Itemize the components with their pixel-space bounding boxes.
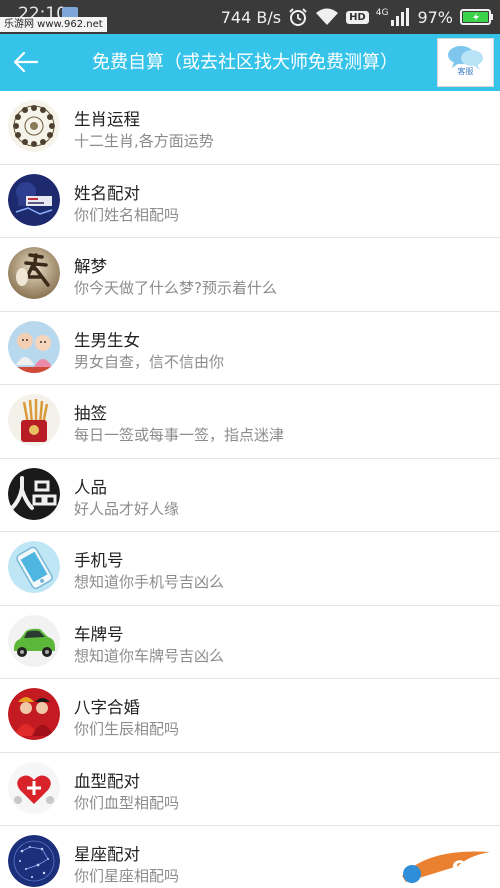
list-item-character[interactable]: 人品 好人品才好人缘 — [0, 458, 500, 532]
item-title: 生男生女 — [74, 330, 140, 350]
back-arrow-icon — [13, 51, 39, 73]
item-title: 星座配对 — [74, 845, 140, 864]
item-subtitle: 你们血型相配吗 — [74, 793, 180, 812]
item-title: 抽签 — [74, 404, 107, 423]
item-title: 解梦 — [74, 257, 107, 276]
item-title: 车牌号 — [74, 624, 124, 644]
customer-service-button[interactable]: 客服 — [437, 38, 494, 87]
wifi-icon — [316, 8, 339, 25]
item-subtitle: 男女自查，信不信由你 — [74, 352, 225, 371]
site-watermark: 乐游网 www.962.net — [0, 17, 107, 32]
item-title: 血型配对 — [74, 771, 140, 791]
list-item-plate[interactable]: 车牌号 想知道你车牌号吉凶么 — [0, 605, 500, 679]
item-subtitle: 每日一签或每事一签，指点迷津 — [74, 426, 285, 444]
phone-icon — [8, 541, 60, 593]
list-item-blood[interactable]: 血型配对 你们血型相配吗 — [0, 752, 500, 826]
signal-icon — [391, 8, 410, 26]
wedding-icon — [8, 688, 60, 740]
item-subtitle: 你们星座相配吗 — [74, 867, 180, 885]
dream-icon — [8, 247, 60, 299]
item-title: 姓名配对 — [74, 183, 140, 203]
back-button[interactable] — [8, 44, 44, 80]
battery-percent: 97% — [417, 7, 453, 27]
logo-sub: 乐游网 — [468, 877, 492, 886]
list-item-name-match[interactable]: 姓名配对 你们姓名相配吗 — [0, 164, 500, 238]
constellation-icon — [8, 835, 60, 887]
page-title: 免费自算（或去社区找大师免费测算） — [92, 52, 398, 73]
alarm-icon — [289, 8, 307, 26]
hd-badge: HD — [346, 10, 369, 24]
item-subtitle: 想知道你手机号吉凶么 — [74, 573, 225, 591]
item-title: 八字合婚 — [74, 698, 140, 717]
item-subtitle: 你今天做了什么梦?预示着什么 — [74, 279, 277, 297]
character-icon — [8, 467, 60, 520]
item-subtitle: 十二生肖,各方面运势 — [74, 132, 214, 150]
status-bar: 22:10 乐游网 www.962.net 744 B/s HD 4G 97% — [0, 0, 500, 34]
feature-list: 生肖运程 十二生肖,各方面运势 姓名配对 你们姓名相配吗 解梦 你今天做了什么梦… — [0, 91, 500, 888]
item-title: 生肖运程 — [74, 110, 140, 129]
item-subtitle: 你们生辰相配吗 — [74, 720, 180, 738]
network-type: 4G — [375, 7, 389, 18]
list-item-dream[interactable]: 解梦 你今天做了什么梦?预示着什么 — [0, 238, 500, 312]
blood-type-icon — [8, 761, 60, 814]
list-item-zodiac[interactable]: 生肖运程 十二生肖,各方面运势 — [0, 91, 500, 165]
item-subtitle: 你们姓名相配吗 — [74, 205, 180, 224]
item-title: 人品 — [74, 477, 107, 497]
item-subtitle: 想知道你车牌号吉凶么 — [74, 646, 225, 665]
item-title: 手机号 — [74, 551, 124, 570]
fortune-sticks-icon — [8, 394, 60, 446]
car-icon — [8, 614, 60, 667]
net-speed: 744 B/s — [220, 7, 282, 27]
list-item-bazi[interactable]: 八字合婚 你们生辰相配吗 — [0, 679, 500, 753]
service-label: 客服 — [457, 67, 474, 76]
name-match-icon — [8, 173, 60, 226]
zodiac-wheel-icon — [8, 100, 60, 152]
babies-icon — [8, 320, 60, 373]
item-subtitle: 好人品才好人缘 — [74, 499, 180, 518]
app-header: 免费自算（或去社区找大师免费测算） — [0, 34, 500, 91]
list-item-fortune[interactable]: 抽签 每日一签或每事一签，指点迷津 — [0, 385, 500, 459]
list-item-phone[interactable]: 手机号 想知道你手机号吉凶么 — [0, 532, 500, 606]
battery-icon — [460, 9, 493, 25]
list-item-gender[interactable]: 生男生女 男女自查，信不信由你 — [0, 311, 500, 385]
